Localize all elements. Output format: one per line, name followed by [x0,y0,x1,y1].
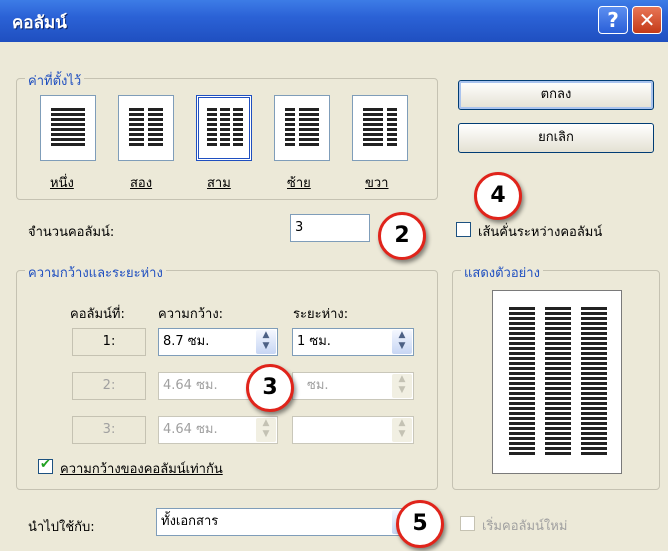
preset-label-one: หนึ่ง [50,176,74,191]
col-number-2: 2: [72,372,146,400]
cancel-button[interactable]: ยกเลิก [458,123,654,153]
line-between-checkbox[interactable] [456,222,471,237]
preview-column-3 [581,307,607,457]
spacing-value-1: 1 ซม. [297,334,331,349]
spacing-value-2: ซม. [307,378,329,393]
preset-label-two: สอง [130,176,153,191]
preset-two[interactable] [118,95,174,161]
spacing-input-2[interactable]: ซม. ▲ ▼ [292,372,414,400]
preset-left-icon [285,108,295,148]
callout-5: 5 [396,500,444,548]
col-number-3: 3: [72,416,146,444]
spacing-input-3[interactable]: ▲ ▼ [292,416,414,444]
start-new-column-checkbox[interactable] [460,516,475,531]
dialog-title: คอลัมน์ [12,13,67,33]
width-value-1: 8.7 ซม. [163,334,210,349]
ok-button[interactable]: ตกลง [458,80,654,110]
col-number-1: 1: [72,328,146,356]
preset-three-icon-col3 [233,108,243,148]
title-bar: คอลัมน์ ? ✕ [0,0,668,42]
num-columns-value: 3 [295,220,304,235]
apply-to-label: นำไปใช้กับ: [28,520,95,535]
presets-legend: ค่าที่ตั้งไว้ [25,70,85,91]
callout-3: 3 [246,364,294,412]
width-input-1[interactable]: 8.7 ซม. ▲ ▼ [158,328,278,356]
preview-column-1 [509,307,535,457]
preset-one[interactable] [40,95,96,161]
width-spinner-1[interactable]: ▲ ▼ [256,330,276,354]
preset-label-three: สาม [207,176,231,191]
equal-width-label: ความกว้างของคอลัมน์เท่ากัน [60,462,223,477]
preset-right-icon-col2 [387,108,397,148]
spacing-input-1[interactable]: 1 ซม. ▲ ▼ [292,328,414,356]
preview-page [492,290,622,474]
width-value-2: 4.64 ซม. [163,378,218,393]
preset-label-left: ซ้าย [287,176,311,191]
preset-label-right: ขวา [365,176,389,191]
spacing-spinner-1[interactable]: ▲ ▼ [392,330,412,354]
preview-legend: แสดงตัวอย่าง [461,262,543,283]
num-columns-input[interactable]: 3 [290,214,370,242]
preset-two-icon [129,108,144,148]
preset-left-icon-col2 [299,108,319,148]
preset-three-icon-col2 [220,108,230,148]
width-input-3[interactable]: 4.64 ซม. ▲ ▼ [158,416,278,444]
width-header: ความกว้าง: [158,307,224,322]
width-value-3: 4.64 ซม. [163,422,218,437]
callout-4: 4 [474,172,522,220]
preset-left[interactable] [274,95,330,161]
num-columns-label: จำนวนคอลัมน์: [28,225,115,240]
apply-to-select[interactable]: ทั้งเอกสาร ▼ [156,508,414,536]
width-spinner-3[interactable]: ▲ ▼ [256,418,276,442]
preset-right[interactable] [352,95,408,161]
preview-column-2 [545,307,571,457]
close-button[interactable]: ✕ [632,6,662,34]
preset-three[interactable] [196,95,252,161]
width-spacing-legend: ความกว้างและระยะห่าง [25,262,166,283]
apply-to-value: ทั้งเอกสาร [161,514,219,529]
spacing-spinner-3[interactable]: ▲ ▼ [392,418,412,442]
start-new-column-label: เริ่มคอลัมน์ใหม่ [482,519,568,534]
line-between-label: เส้นคั่นระหว่างคอลัมน์ [478,225,603,240]
callout-2: 2 [378,212,426,260]
col-number-header: คอลัมน์ที่: [70,307,125,322]
help-icon: ? [607,8,619,32]
help-button[interactable]: ? [598,6,628,34]
close-icon: ✕ [638,8,656,32]
preset-right-icon [363,108,383,148]
preset-three-icon [207,108,217,148]
preset-two-icon-col2 [148,108,163,148]
equal-width-checkbox[interactable] [38,457,53,474]
spacing-header: ระยะห่าง: [293,307,349,322]
preset-one-icon [51,108,85,148]
spacing-spinner-2[interactable]: ▲ ▼ [392,374,412,398]
